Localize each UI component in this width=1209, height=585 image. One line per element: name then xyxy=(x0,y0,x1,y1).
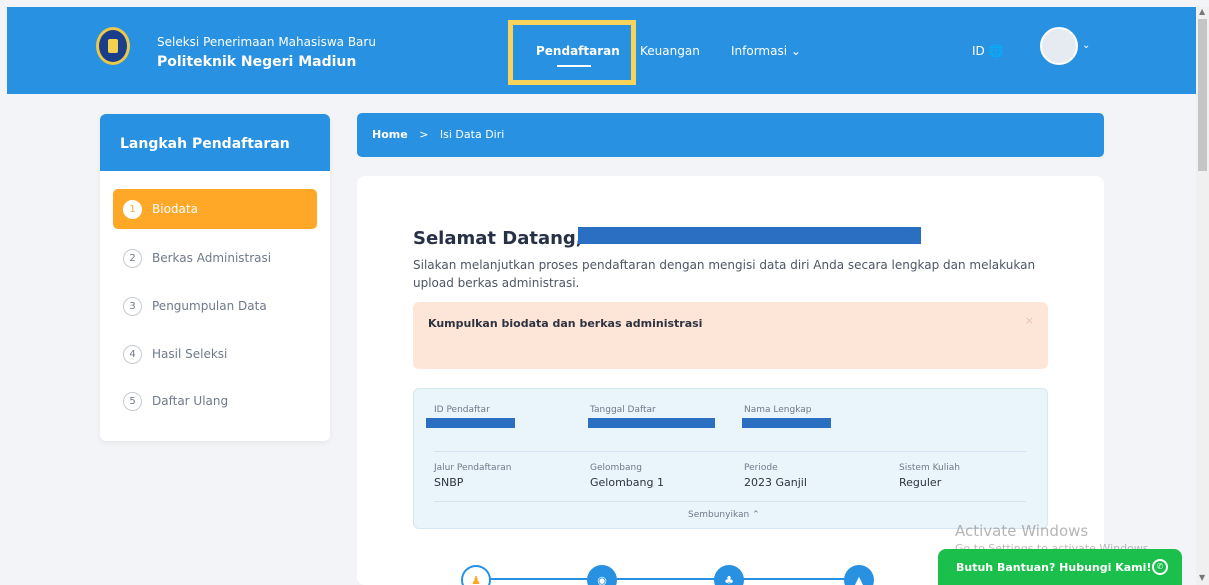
field-nama-lengkap: Nama Lengkap xyxy=(744,405,811,418)
windows-activation-title: Activate Windows xyxy=(955,522,1089,540)
alert-box: Kumpulkan biodata dan berkas administras… xyxy=(413,302,1048,369)
info-divider xyxy=(434,501,1026,502)
step-label: Pengumpulan Data xyxy=(152,299,267,313)
redacted-date-bar xyxy=(588,418,715,428)
step-number: 3 xyxy=(123,296,142,316)
field-sistem-kuliah: Sistem Kuliah Reguler xyxy=(899,463,960,489)
polinema-logo-icon[interactable] xyxy=(96,27,130,65)
field-label: ID Pendaftar xyxy=(434,405,490,415)
scroll-up-arrow-icon[interactable]: ▲ xyxy=(1199,7,1205,16)
whatsapp-icon: ✆ xyxy=(1152,559,1168,575)
step-label: Hasil Seleksi xyxy=(152,347,228,361)
welcome-heading: Selamat Datang, xyxy=(413,228,583,249)
step-number: 1 xyxy=(123,199,142,219)
field-id-pendaftar: ID Pendaftar xyxy=(434,405,490,418)
step-hasil-seleksi[interactable]: 4 Hasil Seleksi xyxy=(113,334,317,374)
breadcrumb-separator: > xyxy=(419,128,429,141)
step-number: 4 xyxy=(123,344,142,364)
brand-title[interactable]: Politeknik Negeri Madiun xyxy=(157,54,356,70)
field-value: Reguler xyxy=(899,476,942,489)
redacted-name-bar xyxy=(578,227,921,244)
redacted-fullname-bar xyxy=(742,418,831,428)
whatsapp-help-label: Butuh Bantuan? Hubungi Kami! xyxy=(956,561,1152,574)
step-number: 5 xyxy=(123,391,142,411)
registration-info-box: ID Pendaftar Tanggal Daftar Nama Lengkap… xyxy=(413,388,1048,529)
field-value: 2023 Ganjil xyxy=(744,476,807,489)
breadcrumb: Home > Isi Data Diri xyxy=(357,113,1104,157)
nav-pendaftaran[interactable]: Pendaftaran xyxy=(536,44,620,58)
step-label: Biodata xyxy=(152,202,198,216)
field-label: Nama Lengkap xyxy=(744,405,812,415)
sidebar-title: Langkah Pendaftaran xyxy=(100,114,330,171)
info-divider xyxy=(434,451,1026,452)
intro-text: Silakan melanjutkan proses pendaftaran d… xyxy=(413,258,1036,290)
whatsapp-help-button[interactable]: Butuh Bantuan? Hubungi Kami! ✆ xyxy=(938,549,1182,585)
field-label: Tanggal Daftar xyxy=(590,405,656,415)
step-pengumpulan-data[interactable]: 3 Pengumpulan Data xyxy=(113,286,317,326)
close-icon[interactable]: × xyxy=(1025,314,1034,327)
nav-keuangan[interactable]: Keuangan xyxy=(640,44,700,58)
nav-active-underline xyxy=(557,65,591,67)
breadcrumb-current: Isi Data Diri xyxy=(439,128,505,141)
page-scrollbar[interactable]: ▲ ▼ xyxy=(1196,7,1209,585)
field-label: Periode xyxy=(744,463,778,473)
alert-text: Kumpulkan biodata dan berkas administras… xyxy=(428,317,703,330)
field-label: Jalur Pendaftaran xyxy=(434,463,512,473)
nav-informasi-dropdown[interactable]: Informasi ⌄ xyxy=(731,44,801,58)
language-switcher[interactable]: ID 🌐 xyxy=(972,44,1004,58)
breadcrumb-home-link[interactable]: Home xyxy=(372,128,408,141)
field-value: Gelombang 1 xyxy=(590,476,664,489)
field-periode: Periode 2023 Ganjil xyxy=(744,463,807,489)
step-number: 2 xyxy=(123,248,142,268)
step-label: Berkas Administrasi xyxy=(152,251,272,265)
step-berkas-administrasi[interactable]: 2 Berkas Administrasi xyxy=(113,238,317,278)
field-label: Gelombang xyxy=(590,463,642,473)
chevron-down-icon[interactable]: ⌄ xyxy=(1082,40,1090,51)
step-daftar-ulang[interactable]: 5 Daftar Ulang xyxy=(113,381,317,421)
step-label: Daftar Ulang xyxy=(152,394,229,408)
scrollbar-thumb[interactable] xyxy=(1198,19,1207,171)
hide-details-toggle[interactable]: Sembunyikan ⌃ xyxy=(688,510,760,520)
brand-subtitle: Seleksi Penerimaan Mahasiswa Baru xyxy=(157,35,376,49)
progress-track xyxy=(490,578,854,580)
scroll-down-arrow-icon[interactable]: ▼ xyxy=(1199,573,1205,582)
step-biodata[interactable]: 1 Biodata xyxy=(113,189,317,229)
field-value: SNBP xyxy=(434,476,464,489)
redacted-id-bar xyxy=(426,418,515,428)
field-gelombang: Gelombang Gelombang 1 xyxy=(590,463,664,489)
user-avatar-icon[interactable] xyxy=(1040,27,1078,65)
steps-sidebar: Langkah Pendaftaran 1 Biodata 2 Berkas A… xyxy=(100,114,330,441)
field-jalur-pendaftaran: Jalur Pendaftaran SNBP xyxy=(434,463,511,489)
field-tanggal-daftar: Tanggal Daftar xyxy=(590,405,656,418)
field-label: Sistem Kuliah xyxy=(899,463,960,473)
